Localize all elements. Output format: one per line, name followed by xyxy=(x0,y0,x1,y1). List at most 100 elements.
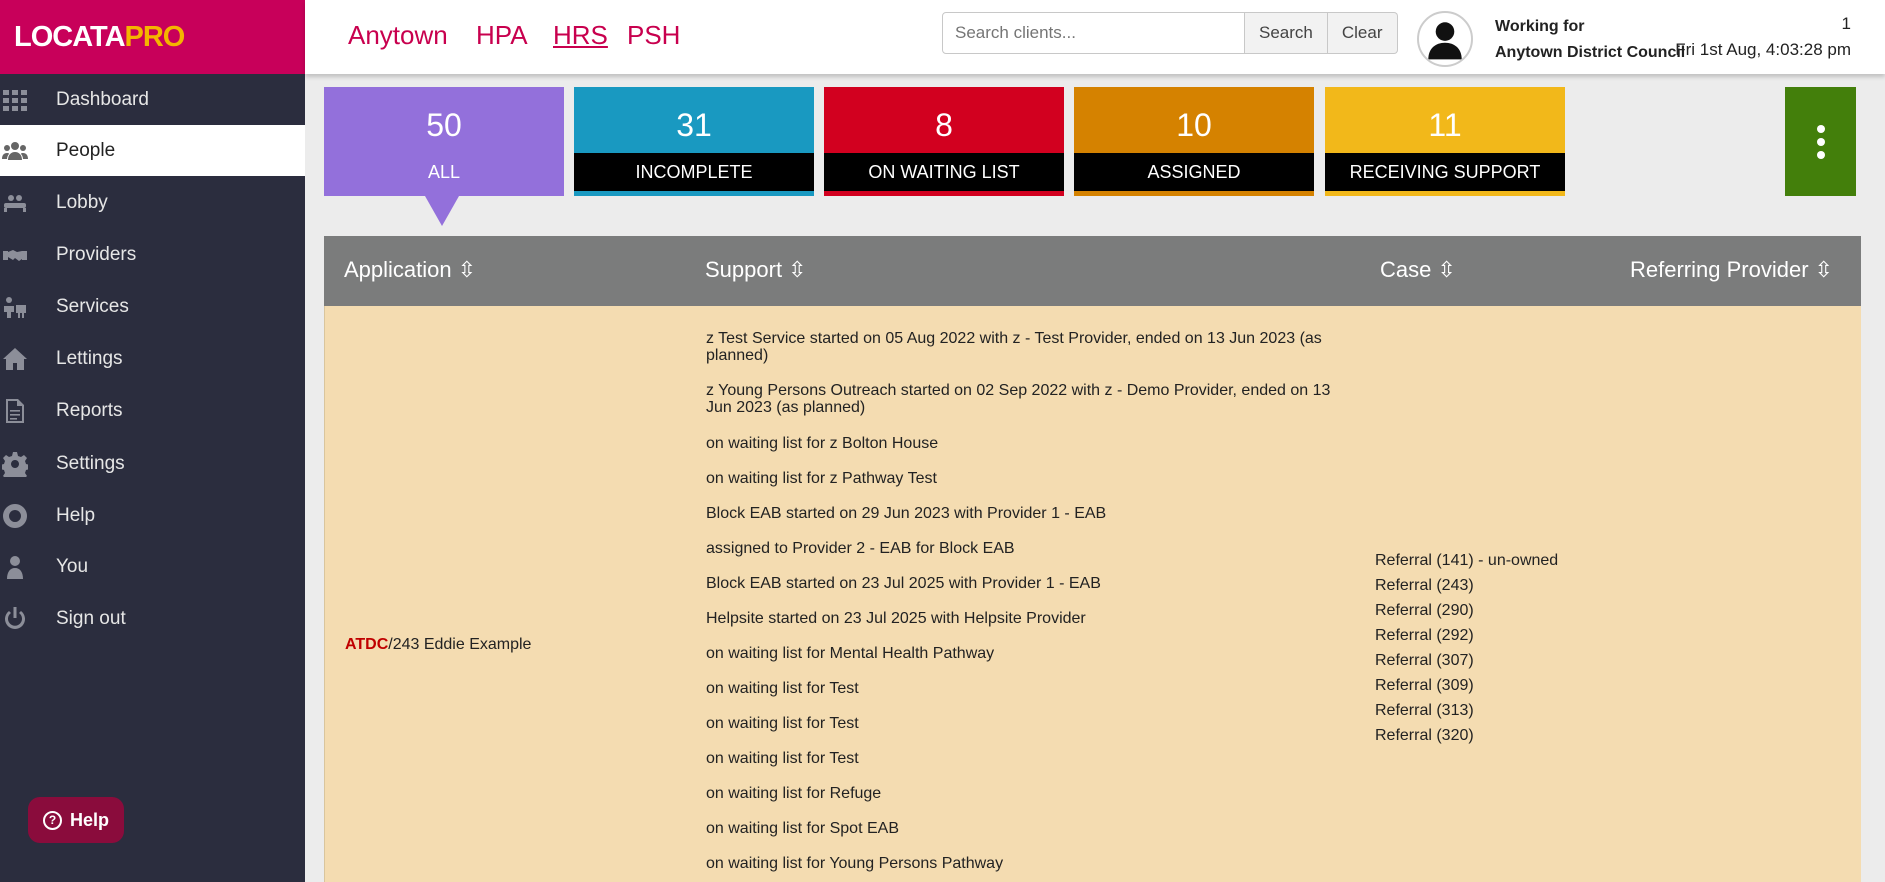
notification-count[interactable]: 1 xyxy=(1842,14,1851,34)
support-entry: on waiting list for Young Persons Pathwa… xyxy=(706,855,1004,872)
support-entry: z Young Persons Outreach started on 02 S… xyxy=(706,382,1331,416)
tile-label: INCOMPLETE xyxy=(574,153,814,191)
sidebar-item-label: You xyxy=(56,555,89,577)
support-entry: on waiting list for Mental Health Pathwa… xyxy=(706,645,995,662)
sidebar-item-label: Lobby xyxy=(56,191,108,213)
sidebar-item-help[interactable]: Help xyxy=(0,490,305,541)
sidebar-item-label: Services xyxy=(56,295,129,317)
kebab-dot xyxy=(1816,137,1825,146)
table-row: ATDC/243 Eddie Example z Test Service st… xyxy=(324,306,1861,882)
support-entry: on waiting list for Spot EAB xyxy=(706,820,899,837)
tile-count: 8 xyxy=(935,107,953,143)
column-header-support[interactable]: Support ⇳ xyxy=(705,257,807,283)
column-header-case[interactable]: Case ⇳ xyxy=(1380,257,1456,283)
kebab-dot xyxy=(1816,124,1825,133)
more-options-button[interactable] xyxy=(1785,87,1856,196)
case-link[interactable]: Referral (243) xyxy=(1375,573,1558,598)
org-link-psh[interactable]: PSH xyxy=(627,20,680,51)
sidebar-item-label: Help xyxy=(56,504,96,526)
case-link[interactable]: Referral (307) xyxy=(1375,648,1558,673)
case-link[interactable]: Referral (313) xyxy=(1375,698,1558,723)
support-entry: Block EAB started on 23 Jul 2025 with Pr… xyxy=(706,575,1101,592)
case-link[interactable]: Referral (320) xyxy=(1375,723,1558,748)
sidebar-item-people[interactable]: People xyxy=(0,125,305,176)
support-entry: on waiting list for Test xyxy=(706,715,859,732)
tile-count: 10 xyxy=(1176,107,1212,143)
power-icon xyxy=(0,606,56,632)
clear-button[interactable]: Clear xyxy=(1327,12,1398,54)
support-entry: Helpsite started on 23 Jul 2025 with Hel… xyxy=(706,610,1086,627)
support-entry: Block EAB started on 29 Jun 2023 with Pr… xyxy=(706,505,1107,522)
tile-receiving-support[interactable]: 11 RECEIVING SUPPORT xyxy=(1325,87,1565,196)
tile-count: 50 xyxy=(426,107,462,143)
table-header: Application ⇳ Support ⇳ Case ⇳ Referring… xyxy=(324,236,1861,306)
support-entry: on waiting list for Test xyxy=(706,680,859,697)
column-header-application[interactable]: Application ⇳ xyxy=(344,257,476,283)
logo-text-locata: LOCATA xyxy=(14,20,126,53)
search-button[interactable]: Search xyxy=(1245,12,1328,54)
tile-incomplete[interactable]: 31 INCOMPLETE xyxy=(574,87,814,196)
support-entry: assigned to Provider 2 - EAB for Block E… xyxy=(706,540,1015,557)
tile-count: 11 xyxy=(1428,107,1462,143)
help-button-label: Help xyxy=(69,809,109,830)
sidebar-item-providers[interactable]: Providers xyxy=(0,229,305,280)
case-link[interactable]: Referral (292) xyxy=(1375,623,1558,648)
tile-all[interactable]: 50 ALL xyxy=(324,87,564,196)
lobby-icon xyxy=(0,190,56,216)
document-icon xyxy=(0,398,56,424)
org-link-hpa[interactable]: HPA xyxy=(476,20,528,51)
sidebar: LOCATA PRO Dashboard People Lobby Provide… xyxy=(0,0,305,882)
handshake-icon xyxy=(0,242,56,268)
top-header: Anytown HPA HRS PSH Search Clear Working… xyxy=(305,0,1885,74)
sidebar-item-label: Reports xyxy=(56,399,123,421)
help-button[interactable]: ? Help xyxy=(28,797,124,843)
tile-label: ASSIGNED xyxy=(1074,153,1314,191)
case-link[interactable]: Referral (290) xyxy=(1375,598,1558,623)
tile-assigned[interactable]: 10 ASSIGNED xyxy=(1074,87,1314,196)
sidebar-item-dashboard[interactable]: Dashboard xyxy=(0,74,305,125)
support-entry: on waiting list for z Bolton House xyxy=(706,435,939,452)
kebab-dot xyxy=(1816,150,1825,159)
case-list: Referral (141) - un-owned Referral (243)… xyxy=(1375,548,1558,748)
services-icon xyxy=(0,294,56,320)
sidebar-item-settings[interactable]: Settings xyxy=(0,438,305,489)
logo-text-pro: PRO xyxy=(124,20,186,53)
org-link-anytown[interactable]: Anytown xyxy=(348,20,448,51)
search-input[interactable] xyxy=(942,12,1245,54)
support-entry: on waiting list for Refuge xyxy=(706,785,882,802)
sidebar-item-you[interactable]: You xyxy=(0,541,305,592)
sidebar-item-lobby[interactable]: Lobby xyxy=(0,177,305,228)
user-silhouette-icon xyxy=(1428,22,1462,60)
sidebar-item-sign-out[interactable]: Sign out xyxy=(0,593,305,644)
application-cell[interactable]: ATDC/243 Eddie Example xyxy=(345,636,531,654)
working-for-org: Anytown District Council xyxy=(1495,44,1686,61)
application-client: /243 Eddie Example xyxy=(388,636,532,653)
tile-label: ALL xyxy=(427,161,461,182)
case-link[interactable]: Referral (309) xyxy=(1375,673,1558,698)
org-link-hrs[interactable]: HRS xyxy=(553,20,608,51)
sidebar-item-label: Lettings xyxy=(56,347,123,369)
application-org: ATDC xyxy=(345,636,389,653)
tile-count: 31 xyxy=(676,107,712,143)
column-header-referring-provider[interactable]: Referring Provider ⇳ xyxy=(1630,257,1833,283)
case-link[interactable]: Referral (141) - un-owned xyxy=(1375,548,1558,573)
home-icon xyxy=(0,346,56,372)
sidebar-item-label: Providers xyxy=(56,243,137,265)
support-entry: z Test Service started on 05 Aug 2022 wi… xyxy=(706,330,1322,364)
tile-label: ON WAITING LIST xyxy=(824,153,1064,191)
locata-pro-logo[interactable]: LOCATA PRO xyxy=(0,0,305,74)
sidebar-item-lettings[interactable]: Lettings xyxy=(0,333,305,384)
lifebuoy-icon xyxy=(0,503,56,529)
avatar[interactable] xyxy=(1417,11,1473,67)
tile-label: RECEIVING SUPPORT xyxy=(1325,153,1565,191)
sidebar-item-services[interactable]: Services xyxy=(0,281,305,332)
question-icon: ? xyxy=(42,810,62,830)
sidebar-item-reports[interactable]: Reports xyxy=(0,385,305,436)
tile-on-waiting-list[interactable]: 8 ON WAITING LIST xyxy=(824,87,1064,196)
working-for-label: Working for xyxy=(1495,18,1585,35)
grid-icon xyxy=(0,87,56,113)
gear-icon xyxy=(0,451,56,477)
support-entry: on waiting list for Test xyxy=(706,750,859,767)
working-for: Working for Anytown District Council xyxy=(1495,14,1685,66)
sidebar-item-label: Sign out xyxy=(56,607,126,629)
